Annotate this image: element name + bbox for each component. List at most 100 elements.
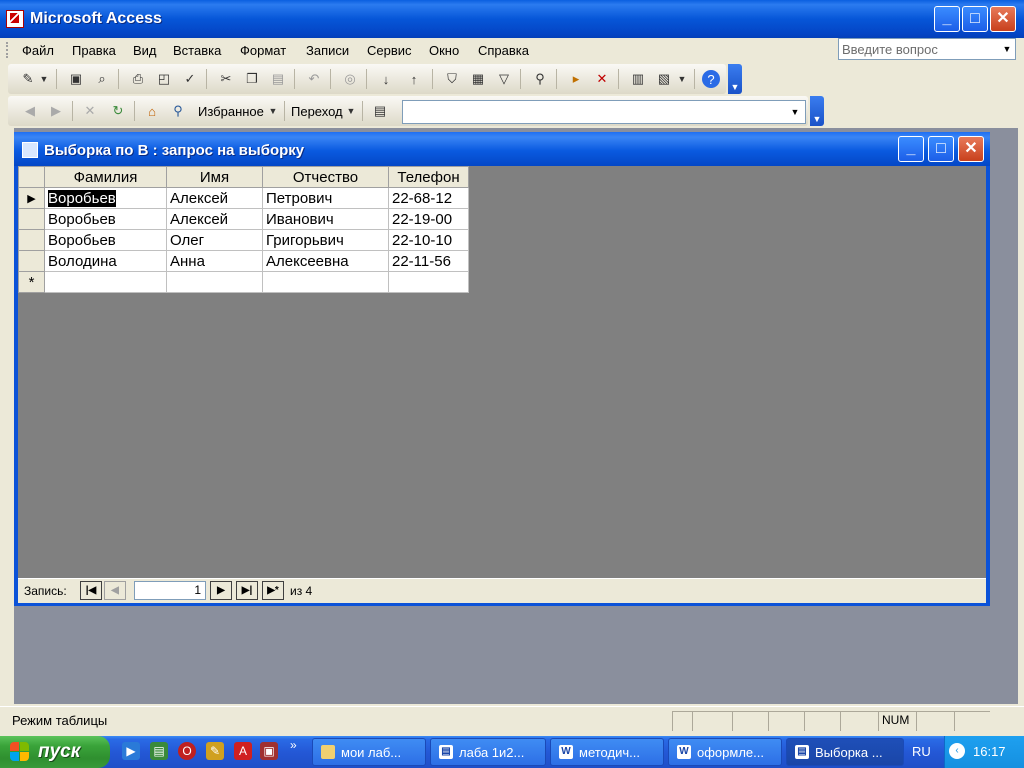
help-question-input[interactable]: Введите вопрос ▼: [838, 38, 1016, 60]
acrobat-icon[interactable]: A: [234, 742, 252, 760]
go-dropdown-icon[interactable]: ▼: [346, 101, 356, 121]
favorites-dropdown-icon[interactable]: ▼: [268, 101, 278, 121]
tool-icon[interactable]: ✎: [206, 742, 224, 760]
paste-icon[interactable]: ▤: [268, 69, 288, 89]
table-cell[interactable]: [44, 271, 167, 293]
menu-records[interactable]: Записи: [306, 43, 349, 58]
record-selector[interactable]: [18, 229, 45, 251]
sort-descending-icon[interactable]: ↑: [404, 69, 424, 89]
filter-by-selection-icon[interactable]: ⛉: [442, 69, 462, 89]
table-cell[interactable]: 22-11-56: [388, 250, 469, 272]
table-cell[interactable]: 22-10-10: [388, 229, 469, 251]
go-menu[interactable]: Переход: [291, 104, 343, 119]
new-record-button[interactable]: ▶*: [262, 581, 284, 600]
menu-file[interactable]: Файл: [22, 43, 54, 58]
query-window-titlebar[interactable]: Выборка по В : запрос на выборку _ □ ✕: [14, 132, 990, 166]
address-input[interactable]: ▼: [402, 100, 806, 124]
menu-view[interactable]: Вид: [133, 43, 157, 58]
back-icon[interactable]: ◀: [20, 101, 40, 121]
table-cell[interactable]: Алексей: [166, 187, 263, 209]
delete-record-icon[interactable]: ✕: [592, 69, 612, 89]
start-button[interactable]: пуск: [0, 736, 110, 768]
menubar-grip[interactable]: [6, 42, 11, 58]
spelling-icon[interactable]: ✓: [180, 69, 200, 89]
query-icon[interactable]: [22, 142, 38, 158]
select-all-corner[interactable]: [18, 166, 45, 188]
table-cell[interactable]: Анна: [166, 250, 263, 272]
first-record-button[interactable]: |◀: [80, 581, 102, 600]
show-web-toolbar-icon[interactable]: ▤: [370, 101, 390, 121]
media-player-icon[interactable]: ▶: [122, 742, 140, 760]
menu-format[interactable]: Формат: [240, 43, 286, 58]
current-record-selector[interactable]: ▶: [18, 187, 45, 209]
table-cell[interactable]: Володина: [44, 250, 167, 272]
record-selector[interactable]: [18, 250, 45, 272]
language-indicator[interactable]: RU: [912, 744, 931, 759]
tray-expand-icon[interactable]: ‹: [949, 743, 965, 759]
taskbar-item[interactable]: W методич...: [550, 738, 664, 766]
previous-record-button[interactable]: ◀: [104, 581, 126, 600]
address-dropdown-icon[interactable]: ▼: [787, 103, 803, 121]
sort-ascending-icon[interactable]: ↓: [376, 69, 396, 89]
new-record-selector[interactable]: *: [18, 271, 45, 293]
app-titlebar[interactable]: Microsoft Access _ □ ✕: [0, 0, 1024, 38]
forward-icon[interactable]: ▶: [46, 101, 66, 121]
query-minimize-button[interactable]: _: [898, 136, 924, 162]
table-cell[interactable]: [388, 271, 469, 293]
hyperlink-icon[interactable]: ◎: [340, 69, 360, 89]
view-icon[interactable]: ✎: [18, 69, 38, 89]
last-record-button[interactable]: ▶|: [236, 581, 258, 600]
table-cell[interactable]: Алексеевна: [262, 250, 389, 272]
filter-by-form-icon[interactable]: ▦: [468, 69, 488, 89]
table-cell[interactable]: Алексей: [166, 208, 263, 230]
column-header[interactable]: Отчество: [262, 166, 389, 188]
record-selector[interactable]: [18, 208, 45, 230]
home-icon[interactable]: ⌂: [142, 101, 162, 121]
table-cell[interactable]: 22-19-00: [388, 208, 469, 230]
table-cell[interactable]: Григорьвич: [262, 229, 389, 251]
table-cell[interactable]: Воробьев: [44, 229, 167, 251]
menu-tools[interactable]: Сервис: [367, 43, 412, 58]
favorites-menu[interactable]: Избранное: [198, 104, 264, 119]
taskbar-item-active[interactable]: ▤ Выборка ...: [786, 738, 904, 766]
table-cell[interactable]: [166, 271, 263, 293]
table-cell[interactable]: Воробьев: [44, 187, 167, 209]
menu-help[interactable]: Справка: [478, 43, 529, 58]
help-dropdown-icon[interactable]: ▼: [999, 39, 1015, 59]
cut-icon[interactable]: ✂: [216, 69, 236, 89]
new-object-icon[interactable]: ▧: [654, 69, 674, 89]
refresh-icon[interactable]: ↻: [108, 101, 128, 121]
menu-edit[interactable]: Правка: [72, 43, 116, 58]
record-number-input[interactable]: 1: [134, 581, 206, 600]
stop-icon[interactable]: ✕: [80, 101, 100, 121]
table-cell[interactable]: Иванович: [262, 208, 389, 230]
taskbar-item[interactable]: ▤ лаба 1и2...: [430, 738, 546, 766]
view-dropdown-icon[interactable]: ▼: [38, 69, 50, 89]
help-icon[interactable]: ?: [702, 70, 720, 88]
access-quicklaunch-icon[interactable]: ▣: [260, 742, 278, 760]
menu-window[interactable]: Окно: [429, 43, 459, 58]
database-window-icon[interactable]: ▥: [628, 69, 648, 89]
print-preview-icon[interactable]: ◰: [154, 69, 174, 89]
table-cell[interactable]: Воробьев: [44, 208, 167, 230]
column-header[interactable]: Имя: [166, 166, 263, 188]
column-header[interactable]: Телефон: [388, 166, 469, 188]
desktop-icon[interactable]: ▤: [150, 742, 168, 760]
menu-insert[interactable]: Вставка: [173, 43, 221, 58]
find-icon[interactable]: ⚲: [530, 69, 550, 89]
apply-filter-icon[interactable]: ▽: [494, 69, 514, 89]
access-app-icon[interactable]: [6, 10, 24, 28]
file-search-icon[interactable]: ⌕: [92, 69, 112, 89]
close-button[interactable]: ✕: [990, 6, 1016, 32]
taskbar-item[interactable]: мои лаб...: [312, 738, 426, 766]
maximize-button[interactable]: □: [962, 6, 988, 32]
table-cell[interactable]: 22-68-12: [388, 187, 469, 209]
quicklaunch-expand-icon[interactable]: »: [290, 738, 297, 752]
opera-icon[interactable]: O: [178, 742, 196, 760]
undo-icon[interactable]: ↶: [304, 69, 324, 89]
new-record-icon[interactable]: ▸: [566, 69, 586, 89]
query-maximize-button[interactable]: □: [928, 136, 954, 162]
table-cell[interactable]: [262, 271, 389, 293]
query-close-button[interactable]: ✕: [958, 136, 984, 162]
minimize-button[interactable]: _: [934, 6, 960, 32]
